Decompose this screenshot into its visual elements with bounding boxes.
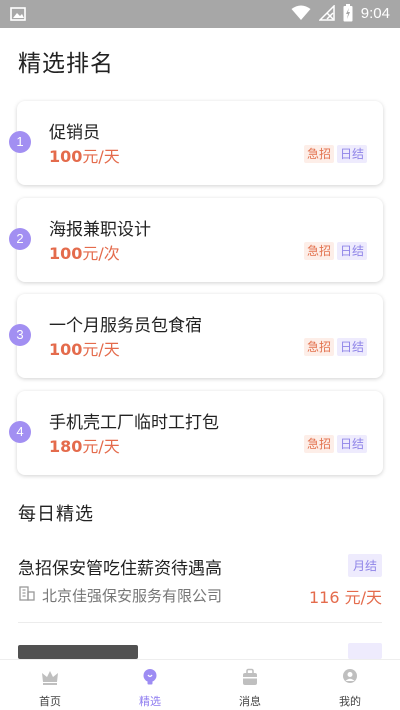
- job-salary: 116 元/天: [308, 588, 382, 607]
- urgent-tag: 急招: [303, 145, 334, 163]
- gallery-icon: [10, 6, 26, 25]
- daily-pay-tag: 日结: [336, 145, 367, 163]
- person-icon: [340, 668, 360, 690]
- rank-badge: 2: [9, 228, 31, 250]
- ranking-card[interactable]: 1 促销员 100元/天 急招 日结: [9, 101, 383, 185]
- company-name: 北京佳强保安服务有限公司: [42, 586, 223, 605]
- battery-charging-icon: [343, 4, 353, 22]
- tab-messages[interactable]: 消息: [200, 660, 300, 710]
- tab-label: 首页: [39, 695, 61, 708]
- daily-pay-tag: 日结: [336, 338, 367, 356]
- daily-pay-tag: 日结: [336, 435, 367, 453]
- ranking-card[interactable]: 4 手机壳工厂临时工打包 180元/天 急招 日结: [9, 391, 383, 475]
- rank-badge: 4: [9, 421, 31, 443]
- status-bar: 9:04: [0, 0, 400, 28]
- company: 北京佳强保安服务有限公司: [18, 584, 222, 606]
- tab-label: 我的: [339, 695, 361, 708]
- ranking-card[interactable]: 2 海报兼职设计 100元/次 急招 日结: [9, 198, 383, 282]
- urgent-tag: 急招: [303, 338, 334, 356]
- monthly-pay-tag: 月结: [347, 554, 382, 577]
- tab-featured[interactable]: 精选: [100, 660, 200, 710]
- section-title-daily: 每日精选: [18, 504, 94, 525]
- job-title: 海报兼职设计: [49, 220, 151, 240]
- partial-job-title: [18, 645, 138, 659]
- bottom-tab-bar: 首页 精选 消息 我的: [0, 659, 400, 710]
- job-salary: 180元/天: [49, 437, 120, 456]
- tab-home[interactable]: 首页: [0, 660, 100, 710]
- urgent-tag: 急招: [303, 435, 334, 453]
- job-title: 一个月服务员包食宿: [49, 316, 202, 336]
- ranking-card[interactable]: 3 一个月服务员包食宿 100元/天 急招 日结: [9, 294, 383, 378]
- tab-mine[interactable]: 我的: [300, 660, 400, 710]
- clock-time: 9:04: [360, 4, 390, 22]
- daily-pay-tag: 日结: [336, 242, 367, 260]
- job-title: 促销员: [49, 123, 100, 143]
- wifi-icon: [291, 5, 311, 21]
- tab-label: 消息: [239, 695, 261, 708]
- job-title: 急招保安管吃住薪资待遇高: [18, 559, 222, 579]
- no-signal-icon: [318, 5, 335, 21]
- building-icon: [18, 584, 36, 606]
- job-salary: 100元/天: [49, 340, 120, 359]
- bulb-icon: [140, 668, 160, 690]
- tab-label: 精选: [139, 695, 161, 708]
- urgent-tag: 急招: [303, 242, 334, 260]
- divider: [18, 622, 382, 623]
- bag-icon: [240, 668, 260, 690]
- home-crown-icon: [40, 668, 60, 690]
- daily-job-item-partial[interactable]: [18, 641, 382, 661]
- job-salary: 100元/天: [49, 147, 120, 166]
- page-title: 精选排名: [18, 51, 114, 77]
- rank-badge: 3: [9, 324, 31, 346]
- daily-job-item[interactable]: 急招保安管吃住薪资待遇高 月结 北京佳强保安服务有限公司 116 元/天: [18, 554, 382, 614]
- rank-badge: 1: [9, 131, 31, 153]
- job-title: 手机壳工厂临时工打包: [49, 413, 219, 433]
- partial-tag: [348, 643, 382, 659]
- job-salary: 100元/次: [49, 244, 120, 263]
